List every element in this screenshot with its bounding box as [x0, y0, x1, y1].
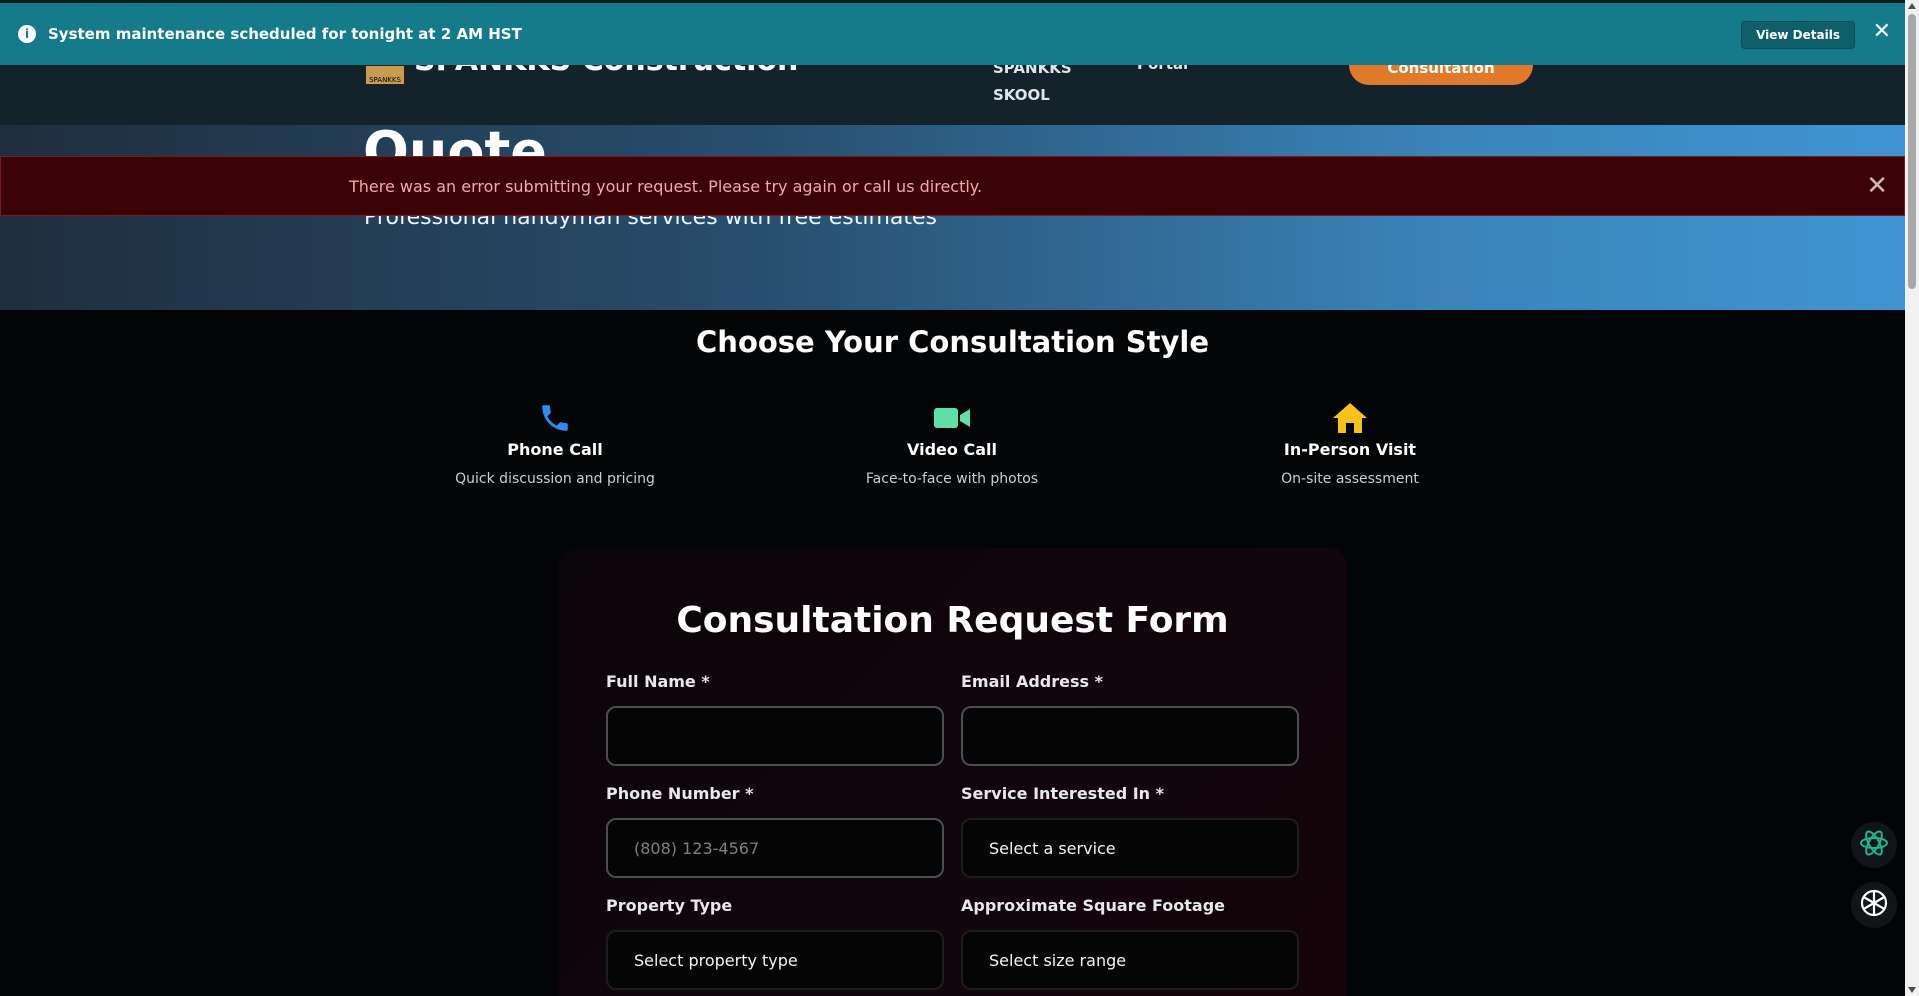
house-icon — [1220, 400, 1480, 436]
scrollbar-thumb[interactable] — [1908, 14, 1916, 289]
chat-assistant-button[interactable] — [1851, 882, 1897, 928]
email-label: Email Address * — [961, 672, 1103, 691]
form-title: Consultation Request Form — [676, 600, 1229, 641]
option-name: In-Person Visit — [1283, 440, 1417, 459]
video-camera-icon — [822, 400, 1082, 436]
logo-text: SPANKKS — [369, 76, 401, 84]
property-type-selected: Select property type — [634, 950, 798, 970]
option-video-call[interactable]: Video Call Face-to-face with photos — [822, 400, 1082, 487]
square-footage-select[interactable]: Select size range — [961, 930, 1299, 990]
consultation-form: Consultation Request Form Full Name * Em… — [558, 548, 1347, 996]
atom-icon — [1858, 827, 1890, 863]
full-name-input[interactable] — [606, 706, 944, 766]
property-type-label: Property Type — [606, 896, 733, 915]
phone-placeholder: (808) 123-4567 — [634, 838, 760, 858]
service-select[interactable]: Select a service — [961, 818, 1299, 878]
option-name: Video Call — [907, 440, 997, 459]
brand-logo[interactable]: SPANKKS — [365, 65, 405, 85]
error-message: There was an error submitting your reque… — [349, 176, 983, 196]
option-phone-call[interactable]: Phone Call Quick discussion and pricing — [425, 400, 685, 487]
phone-icon — [425, 400, 685, 436]
full-name-label: Full Name * — [606, 672, 710, 691]
option-description: Quick discussion and pricing — [455, 471, 655, 487]
maintenance-banner: i System maintenance scheduled for tonig… — [0, 0, 1905, 65]
email-field[interactable] — [961, 706, 1299, 766]
option-description: On-site assessment — [1281, 471, 1419, 487]
site-header: SPANKKS SPANKKS Construction SPANKKS SKO… — [0, 43, 1905, 125]
error-alert: There was an error submitting your reque… — [0, 156, 1905, 216]
square-footage-label: Approximate Square Footage — [961, 896, 1226, 915]
close-icon[interactable]: ✕ — [1866, 171, 1888, 201]
property-type-select[interactable]: Select property type — [606, 930, 944, 990]
ai-assistant-button[interactable] — [1851, 822, 1897, 868]
service-label: Service Interested In * — [961, 784, 1164, 803]
maintenance-message: System maintenance scheduled for tonight… — [48, 25, 522, 43]
scroll-up-arrow-icon[interactable] — [1908, 3, 1916, 9]
nav-link-skool-line2: SKOOL — [993, 86, 1050, 104]
openai-icon — [1858, 887, 1890, 923]
square-footage-selected: Select size range — [989, 950, 1127, 970]
view-details-button[interactable]: View Details — [1741, 21, 1855, 49]
close-icon[interactable]: ✕ — [1873, 19, 1891, 44]
page-scrollbar[interactable] — [1905, 0, 1919, 996]
phone-input[interactable]: (808) 123-4567 — [606, 818, 944, 878]
info-icon: i — [18, 25, 36, 43]
scroll-down-arrow-icon[interactable] — [1908, 987, 1916, 993]
consultation-style-heading: Choose Your Consultation Style — [696, 325, 1209, 359]
option-name: Phone Call — [507, 440, 603, 459]
hero-section: Quote Professional handyman services wit… — [0, 120, 1905, 310]
option-description: Face-to-face with photos — [865, 471, 1039, 487]
option-in-person-visit[interactable]: In-Person Visit On-site assessment — [1220, 400, 1480, 487]
service-selected: Select a service — [989, 838, 1116, 858]
phone-label: Phone Number * — [606, 784, 754, 803]
